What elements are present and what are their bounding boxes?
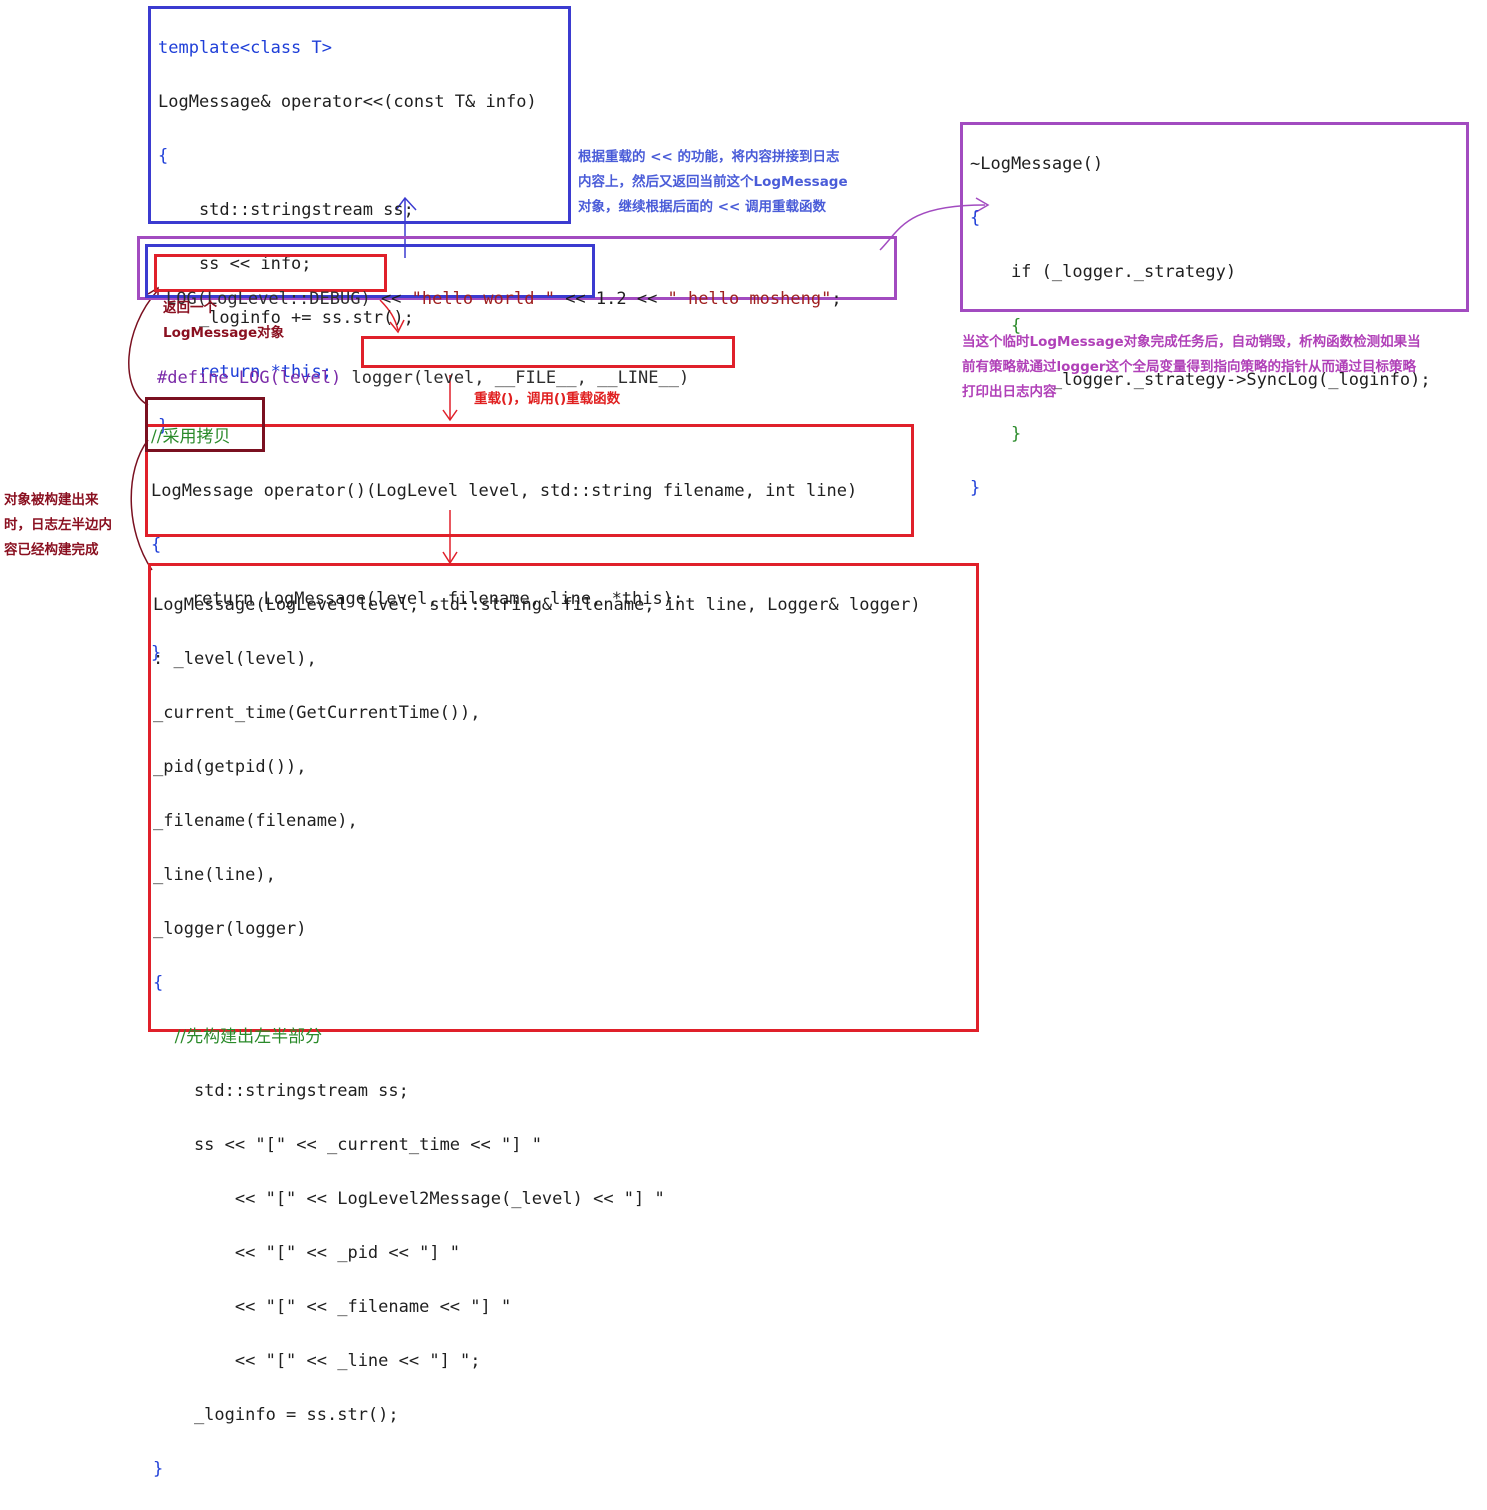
code-line: { xyxy=(970,208,981,228)
constructor-code: LogMessage(LogLevel level, std::string& … xyxy=(153,565,921,1510)
code-line: _logger(logger) xyxy=(153,919,307,939)
code-line: << "[" << _pid << "] " xyxy=(153,1243,461,1263)
code-line: ss << "[" << _current_time << "] " xyxy=(153,1135,542,1155)
code-line: { xyxy=(153,973,164,993)
code-line: << "[" << _filename << "] " xyxy=(153,1297,512,1317)
destructor-note: 当这个临时LogMessage对象完成任务后，自动销毁，析构函数检测如果当 前有… xyxy=(962,334,1421,400)
code-line: template<class T> xyxy=(158,38,332,58)
code-line: } xyxy=(970,424,1022,444)
code-line: : _level(level), xyxy=(153,649,317,669)
code-line: //采用拷贝 xyxy=(151,427,231,447)
code-line: _line(line), xyxy=(153,865,276,885)
left-note: 对象被构建出来 时，日志左半边内 容已经构建完成 xyxy=(4,492,112,558)
code-line: std::stringstream ss; xyxy=(153,1081,409,1101)
code-line: LogMessage& operator<<(const T& info) xyxy=(158,92,537,112)
code-line: << "[" << _line << "] "; xyxy=(153,1351,481,1371)
code-line: } xyxy=(153,1459,164,1479)
code-line: if (_logger._strategy) xyxy=(970,262,1237,282)
code-line: LogMessage operator()(LogLevel level, st… xyxy=(151,481,858,501)
define-body-box xyxy=(361,336,735,368)
code-line: LogMessage(LogLevel level, std::string& … xyxy=(153,595,921,615)
code-line: { xyxy=(158,146,169,166)
code-line: _filename(filename), xyxy=(153,811,358,831)
code-line: ~LogMessage() xyxy=(970,154,1104,174)
code-line: std::stringstream ss; xyxy=(158,200,414,220)
code-line: _current_time(GetCurrentTime()), xyxy=(153,703,481,723)
code-line: } xyxy=(970,478,981,498)
operator-note: 根据重载的 << 的功能，将内容拼接到日志 内容上，然后又返回当前这个LogMe… xyxy=(578,149,848,215)
code-line: _loginfo = ss.str(); xyxy=(153,1405,399,1425)
destructor-code: ~LogMessage() { if (_logger._strategy) {… xyxy=(970,124,1431,529)
code-line: << "[" << LogLevel2Message(_level) << "]… xyxy=(153,1189,665,1209)
code-line: { xyxy=(151,535,162,555)
code-line: //先构建出左半部分 xyxy=(153,1027,323,1047)
code-line: _pid(getpid()), xyxy=(153,757,307,777)
